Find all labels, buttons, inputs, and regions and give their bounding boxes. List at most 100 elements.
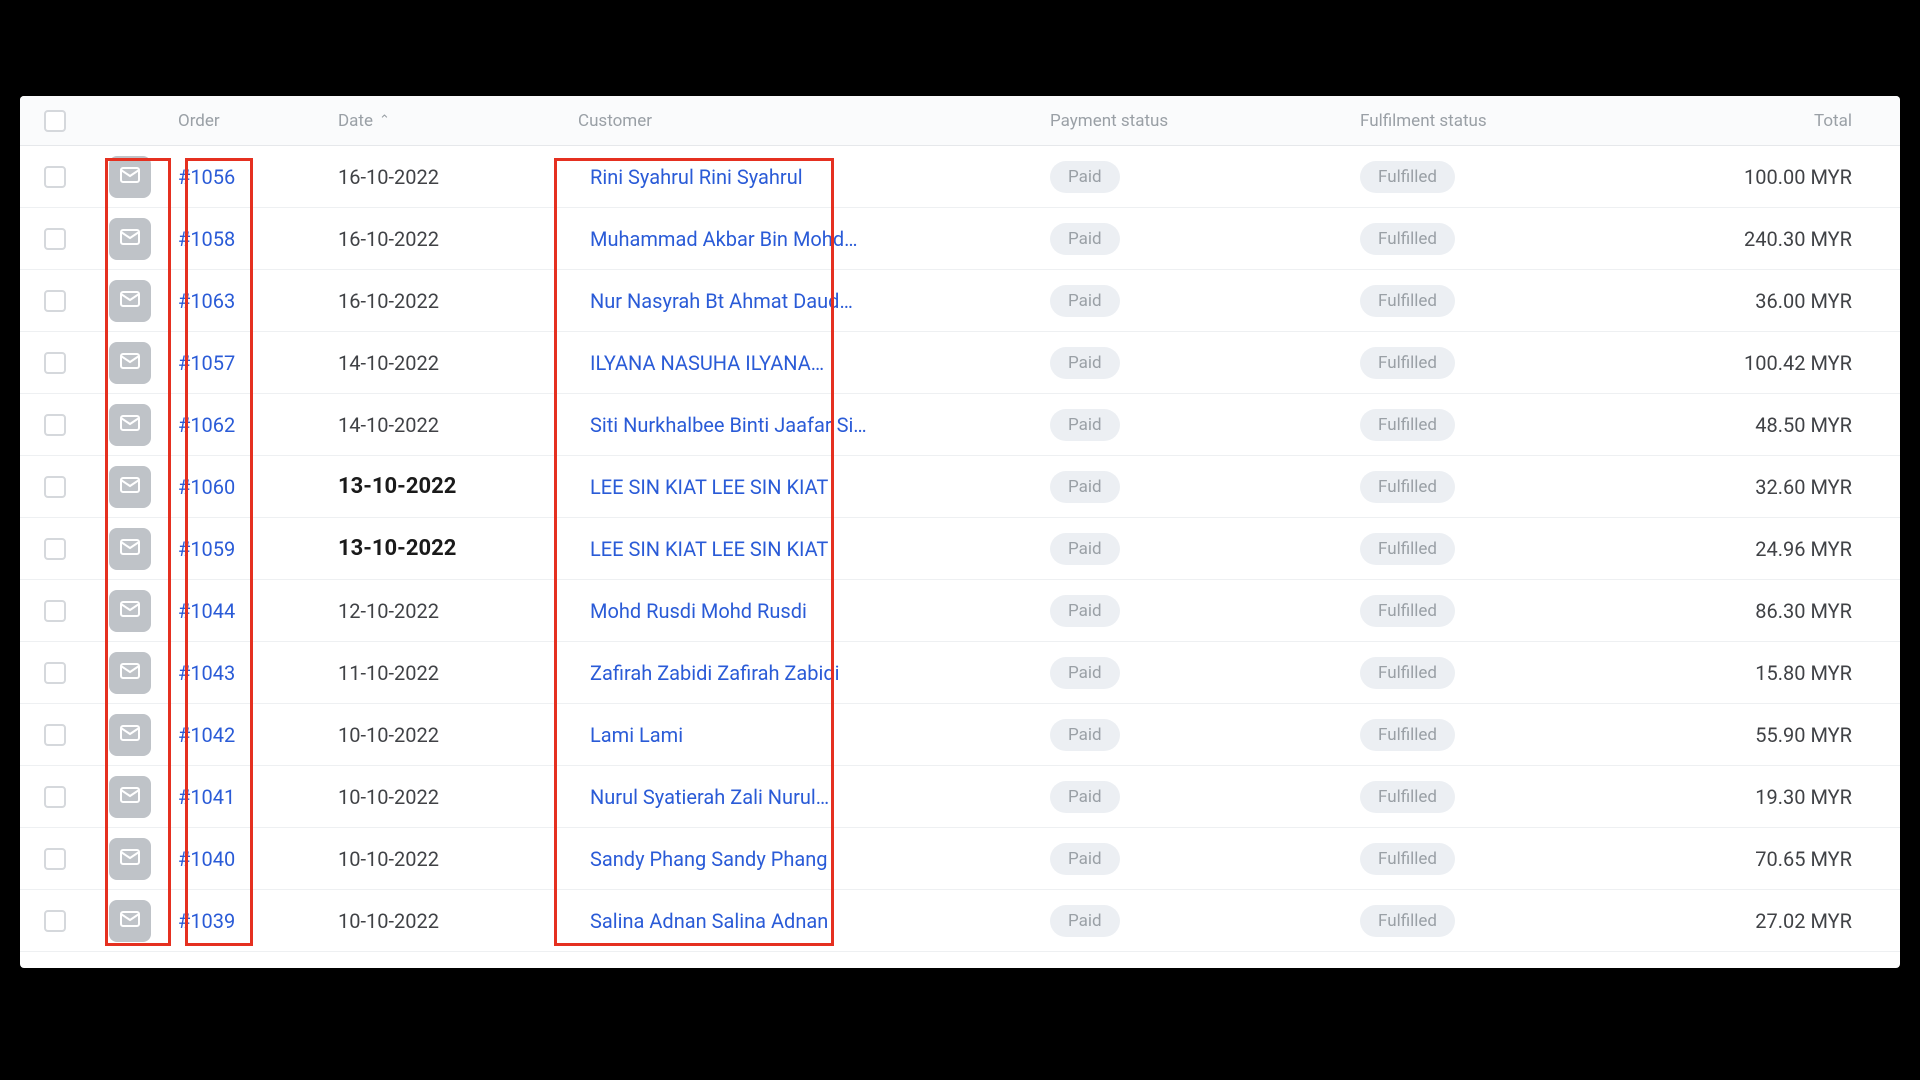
payment-badge: Paid xyxy=(1050,843,1120,875)
customer-link[interactable]: Salina Adnan Salina Adnan xyxy=(590,909,828,933)
table-row[interactable]: #1056 16-10-2022 Rini Syahrul Rini Syahrul… xyxy=(20,146,1900,208)
row-checkbox[interactable] xyxy=(44,600,66,622)
payment-cell: Paid xyxy=(1050,657,1360,689)
fulfilment-badge: Fulfilled xyxy=(1360,285,1455,317)
header-fulfilment[interactable]: Fulfilment status xyxy=(1360,111,1700,131)
table-row[interactable]: #105913-10-2022LEE SIN KIAT LEE SIN KIAT… xyxy=(20,518,1900,580)
row-check-cell xyxy=(20,786,90,808)
customer-link[interactable]: ILYANA NASUHA ILYANA… xyxy=(590,351,824,375)
mail-button[interactable] xyxy=(109,838,151,880)
mail-button[interactable] xyxy=(109,652,151,694)
row-mail-cell xyxy=(90,404,170,446)
mail-button[interactable] xyxy=(109,404,151,446)
header-order[interactable]: Order xyxy=(170,111,330,131)
header-payment[interactable]: Payment status xyxy=(1050,111,1360,131)
order-link[interactable]: #1040 xyxy=(178,847,235,871)
customer-link[interactable]: Sandy Phang Sandy Phang xyxy=(590,847,828,871)
date-cell: 16-10-2022 xyxy=(330,165,560,189)
row-check-cell xyxy=(20,352,90,374)
select-all-checkbox[interactable] xyxy=(44,110,66,132)
fulfilment-badge: Fulfilled xyxy=(1360,223,1455,255)
row-checkbox[interactable] xyxy=(44,910,66,932)
customer-link[interactable]: Mohd Rusdi Mohd Rusdi xyxy=(590,599,807,623)
mail-button[interactable] xyxy=(109,156,151,198)
table-row[interactable]: #104110-10-2022Nurul Syatierah Zali Nuru… xyxy=(20,766,1900,828)
header-total[interactable]: Total xyxy=(1700,111,1900,131)
row-checkbox[interactable] xyxy=(44,538,66,560)
table-row[interactable]: #105816-10-2022Muhammad Akbar Bin Mohd…P… xyxy=(20,208,1900,270)
table-row[interactable]: #104010-10-2022Sandy Phang Sandy PhangPa… xyxy=(20,828,1900,890)
customer-link[interactable]: Siti Nurkhalbee Binti Jaafar Si… xyxy=(590,413,867,437)
order-link[interactable]: #1042 xyxy=(178,723,235,747)
order-link[interactable]: #1041 xyxy=(178,785,235,809)
mail-icon xyxy=(118,535,142,563)
total-cell: 240.30 MYR xyxy=(1700,227,1900,251)
customer-link[interactable]: Zafirah Zabidi Zafirah Zabidi xyxy=(590,661,840,685)
table-row[interactable]: #106013-10-2022LEE SIN KIAT LEE SIN KIAT… xyxy=(20,456,1900,518)
table-row[interactable]: #104412-10-2022Mohd Rusdi Mohd RusdiPaid… xyxy=(20,580,1900,642)
mail-button[interactable] xyxy=(109,590,151,632)
row-checkbox[interactable] xyxy=(44,228,66,250)
mail-button[interactable] xyxy=(109,218,151,260)
row-checkbox[interactable] xyxy=(44,476,66,498)
fulfilment-cell: Fulfilled xyxy=(1360,161,1700,193)
customer-link[interactable]: LEE SIN KIAT LEE SIN KIAT xyxy=(590,475,828,499)
customer-cell: Siti Nurkhalbee Binti Jaafar Si… xyxy=(560,413,1050,437)
fulfilment-cell: Fulfilled xyxy=(1360,285,1700,317)
mail-button[interactable] xyxy=(109,466,151,508)
payment-badge: Paid xyxy=(1050,533,1120,565)
table-row[interactable]: #104210-10-2022Lami LamiPaidFulfilled55.… xyxy=(20,704,1900,766)
table-row[interactable]: #103910-10-2022Salina Adnan Salina Adnan… xyxy=(20,890,1900,952)
order-link[interactable]: #1062 xyxy=(178,413,235,437)
row-checkbox[interactable] xyxy=(44,166,66,188)
header-date[interactable]: Date ⌃ xyxy=(330,111,560,131)
order-cell: #1059 xyxy=(170,537,330,561)
mail-icon xyxy=(118,411,142,439)
header-customer[interactable]: Customer xyxy=(560,111,1050,131)
payment-cell: Paid xyxy=(1050,843,1360,875)
mail-icon xyxy=(118,597,142,625)
row-checkbox[interactable] xyxy=(44,786,66,808)
order-link[interactable]: #1059 xyxy=(178,537,235,561)
mail-button[interactable] xyxy=(109,528,151,570)
table-row[interactable]: #104311-10-2022Zafirah Zabidi Zafirah Za… xyxy=(20,642,1900,704)
mail-button[interactable] xyxy=(109,776,151,818)
order-link[interactable]: #1058 xyxy=(178,227,235,251)
mail-button[interactable] xyxy=(109,280,151,322)
customer-link[interactable]: Muhammad Akbar Bin Mohd… xyxy=(590,227,857,251)
fulfilment-cell: Fulfilled xyxy=(1360,781,1700,813)
customer-cell: Nur Nasyrah Bt Ahmat Daud… xyxy=(560,289,1050,313)
row-checkbox[interactable] xyxy=(44,724,66,746)
row-checkbox[interactable] xyxy=(44,290,66,312)
mail-button[interactable] xyxy=(109,714,151,756)
table-row[interactable]: #106214-10-2022Siti Nurkhalbee Binti Jaa… xyxy=(20,394,1900,456)
order-cell: #1043 xyxy=(170,661,330,685)
customer-link[interactable]: Nur Nasyrah Bt Ahmat Daud… xyxy=(590,289,853,313)
customer-link[interactable]: Lami Lami xyxy=(590,723,683,747)
mail-button[interactable] xyxy=(109,900,151,942)
order-link[interactable]: #1043 xyxy=(178,661,235,685)
customer-link[interactable]: LEE SIN KIAT LEE SIN KIAT xyxy=(590,537,828,561)
order-link[interactable]: #1060 xyxy=(178,475,235,499)
customer-link[interactable]: Rini Syahrul Rini Syahrul xyxy=(590,165,803,189)
total-cell: 27.02 MYR xyxy=(1700,909,1900,933)
row-checkbox[interactable] xyxy=(44,414,66,436)
table-row[interactable]: #106316-10-2022Nur Nasyrah Bt Ahmat Daud… xyxy=(20,270,1900,332)
customer-cell: LEE SIN KIAT LEE SIN KIAT xyxy=(560,475,1050,499)
order-link[interactable]: #1057 xyxy=(178,351,235,375)
mail-button[interactable] xyxy=(109,342,151,384)
row-mail-cell xyxy=(90,776,170,818)
row-checkbox[interactable] xyxy=(44,848,66,870)
table-row[interactable]: #105714-10-2022ILYANA NASUHA ILYANA…Paid… xyxy=(20,332,1900,394)
row-checkbox[interactable] xyxy=(44,662,66,684)
payment-badge: Paid xyxy=(1050,719,1120,751)
order-link[interactable]: #1039 xyxy=(178,909,235,933)
order-link[interactable]: #1063 xyxy=(178,289,235,313)
order-cell: #1057 xyxy=(170,351,330,375)
fulfilment-cell: Fulfilled xyxy=(1360,657,1700,689)
customer-link[interactable]: Nurul Syatierah Zali Nurul… xyxy=(590,785,829,809)
order-cell: #1060 xyxy=(170,475,330,499)
row-checkbox[interactable] xyxy=(44,352,66,374)
order-link[interactable]: #1044 xyxy=(178,599,235,623)
order-link[interactable]: #1056 xyxy=(178,165,235,189)
